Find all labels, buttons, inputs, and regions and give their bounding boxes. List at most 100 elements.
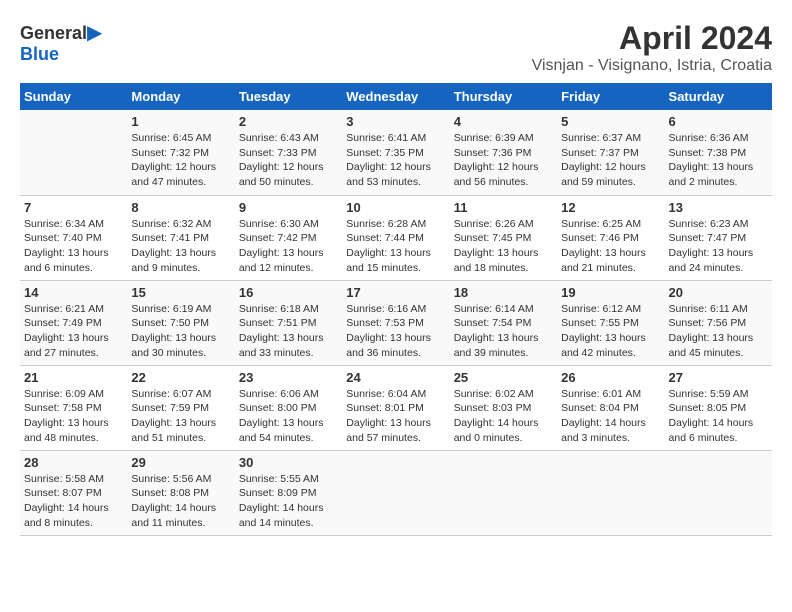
calendar-cell: 4 Sunrise: 6:39 AM Sunset: 7:36 PM Daylig… [450,110,557,195]
day-info: Sunrise: 6:43 AM Sunset: 7:33 PM Dayligh… [239,131,338,190]
day-info: Sunrise: 6:30 AM Sunset: 7:42 PM Dayligh… [239,217,338,276]
day-info: Sunrise: 6:36 AM Sunset: 7:38 PM Dayligh… [669,131,768,190]
calendar-table: SundayMondayTuesdayWednesdayThursdayFrid… [20,83,772,536]
day-number: 4 [454,114,553,129]
calendar-cell: 13 Sunrise: 6:23 AM Sunset: 7:47 PM Dayli… [665,195,772,280]
calendar-cell: 7Sunrise: 6:34 AM Sunset: 7:40 PM Daylig… [20,195,127,280]
calendar-cell [450,450,557,535]
calendar-cell: 22 Sunrise: 6:07 AM Sunset: 7:59 PM Dayli… [127,365,234,450]
day-info: Sunrise: 6:04 AM Sunset: 8:01 PM Dayligh… [346,387,445,446]
calendar-cell: 24Sunrise: 6:04 AM Sunset: 8:01 PM Dayli… [342,365,449,450]
day-number: 15 [131,285,230,300]
day-info: Sunrise: 6:32 AM Sunset: 7:41 PM Dayligh… [131,217,230,276]
day-number: 26 [561,370,660,385]
day-info: Sunrise: 5:58 AM Sunset: 8:07 PM Dayligh… [24,472,123,531]
week-row-1: 1 Sunrise: 6:45 AM Sunset: 7:32 PM Daylig… [20,110,772,195]
calendar-cell: 19Sunrise: 6:12 AM Sunset: 7:55 PM Dayli… [557,280,664,365]
calendar-cell: 11Sunrise: 6:26 AM Sunset: 7:45 PM Dayli… [450,195,557,280]
day-number: 16 [239,285,338,300]
day-number: 11 [454,200,553,215]
calendar-cell: 18Sunrise: 6:14 AM Sunset: 7:54 PM Dayli… [450,280,557,365]
calendar-cell: 3 Sunrise: 6:41 AM Sunset: 7:35 PM Daylig… [342,110,449,195]
day-info: Sunrise: 6:01 AM Sunset: 8:04 PM Dayligh… [561,387,660,446]
day-number: 2 [239,114,338,129]
day-info: Sunrise: 6:06 AM Sunset: 8:00 PM Dayligh… [239,387,338,446]
calendar-cell: 15 Sunrise: 6:19 AM Sunset: 7:50 PM Dayli… [127,280,234,365]
day-number: 13 [669,200,768,215]
calendar-cell: 5 Sunrise: 6:37 AM Sunset: 7:37 PM Daylig… [557,110,664,195]
day-info: Sunrise: 6:19 AM Sunset: 7:50 PM Dayligh… [131,302,230,361]
calendar-cell: 6Sunrise: 6:36 AM Sunset: 7:38 PM Daylig… [665,110,772,195]
day-number: 25 [454,370,553,385]
day-number: 20 [669,285,768,300]
calendar-cell: 1 Sunrise: 6:45 AM Sunset: 7:32 PM Daylig… [127,110,234,195]
day-number: 17 [346,285,445,300]
day-number: 3 [346,114,445,129]
day-number: 10 [346,200,445,215]
calendar-cell: 23 Sunrise: 6:06 AM Sunset: 8:00 PM Dayli… [235,365,342,450]
calendar-header: SundayMondayTuesdayWednesdayThursdayFrid… [20,83,772,110]
day-number: 14 [24,285,123,300]
calendar-cell: 29Sunrise: 5:56 AM Sunset: 8:08 PM Dayli… [127,450,234,535]
calendar-cell: 14 Sunrise: 6:21 AM Sunset: 7:49 PM Dayli… [20,280,127,365]
day-info: Sunrise: 6:21 AM Sunset: 7:49 PM Dayligh… [24,302,123,361]
header-day-saturday: Saturday [665,83,772,110]
day-info: Sunrise: 6:16 AM Sunset: 7:53 PM Dayligh… [346,302,445,361]
day-info: Sunrise: 6:07 AM Sunset: 7:59 PM Dayligh… [131,387,230,446]
day-number: 22 [131,370,230,385]
week-row-3: 14 Sunrise: 6:21 AM Sunset: 7:49 PM Dayli… [20,280,772,365]
calendar-cell: 30 Sunrise: 5:55 AM Sunset: 8:09 PM Dayli… [235,450,342,535]
logo-text-general: General [20,23,87,43]
day-info: Sunrise: 6:25 AM Sunset: 7:46 PM Dayligh… [561,217,660,276]
header-day-friday: Friday [557,83,664,110]
day-number: 12 [561,200,660,215]
calendar-cell: 9 Sunrise: 6:30 AM Sunset: 7:42 PM Daylig… [235,195,342,280]
day-info: Sunrise: 6:23 AM Sunset: 7:47 PM Dayligh… [669,217,768,276]
day-number: 27 [669,370,768,385]
day-info: Sunrise: 6:39 AM Sunset: 7:36 PM Dayligh… [454,131,553,190]
day-number: 7 [24,200,123,215]
day-number: 30 [239,455,338,470]
week-row-4: 21Sunrise: 6:09 AM Sunset: 7:58 PM Dayli… [20,365,772,450]
calendar-cell [20,110,127,195]
calendar-cell: 25 Sunrise: 6:02 AM Sunset: 8:03 PM Dayli… [450,365,557,450]
header-day-monday: Monday [127,83,234,110]
day-number: 28 [24,455,123,470]
calendar-cell: 10 Sunrise: 6:28 AM Sunset: 7:44 PM Dayli… [342,195,449,280]
title-block: April 2024 Visnjan - Visignano, Istria, … [532,20,772,75]
calendar-cell: 21Sunrise: 6:09 AM Sunset: 7:58 PM Dayli… [20,365,127,450]
calendar-cell: 27 Sunrise: 5:59 AM Sunset: 8:05 PM Dayli… [665,365,772,450]
calendar-cell: 20 Sunrise: 6:11 AM Sunset: 7:56 PM Dayli… [665,280,772,365]
header-day-tuesday: Tuesday [235,83,342,110]
calendar-cell [342,450,449,535]
day-number: 5 [561,114,660,129]
day-number: 1 [131,114,230,129]
page-header: General▶ Blue April 2024 Visnjan - Visig… [20,20,772,75]
calendar-cell [557,450,664,535]
calendar-cell: 8Sunrise: 6:32 AM Sunset: 7:41 PM Daylig… [127,195,234,280]
day-info: Sunrise: 6:37 AM Sunset: 7:37 PM Dayligh… [561,131,660,190]
day-number: 19 [561,285,660,300]
calendar-body: 1 Sunrise: 6:45 AM Sunset: 7:32 PM Daylig… [20,110,772,535]
day-info: Sunrise: 6:28 AM Sunset: 7:44 PM Dayligh… [346,217,445,276]
calendar-cell: 2 Sunrise: 6:43 AM Sunset: 7:33 PM Daylig… [235,110,342,195]
day-info: Sunrise: 5:59 AM Sunset: 8:05 PM Dayligh… [669,387,768,446]
calendar-cell: 17 Sunrise: 6:16 AM Sunset: 7:53 PM Dayli… [342,280,449,365]
day-info: Sunrise: 5:55 AM Sunset: 8:09 PM Dayligh… [239,472,338,531]
header-day-sunday: Sunday [20,83,127,110]
day-info: Sunrise: 6:45 AM Sunset: 7:32 PM Dayligh… [131,131,230,190]
calendar-cell: 16Sunrise: 6:18 AM Sunset: 7:51 PM Dayli… [235,280,342,365]
day-number: 23 [239,370,338,385]
header-day-wednesday: Wednesday [342,83,449,110]
day-info: Sunrise: 6:02 AM Sunset: 8:03 PM Dayligh… [454,387,553,446]
header-row: SundayMondayTuesdayWednesdayThursdayFrid… [20,83,772,110]
day-info: Sunrise: 6:41 AM Sunset: 7:35 PM Dayligh… [346,131,445,190]
logo: General▶ Blue [20,20,102,65]
calendar-cell: 26 Sunrise: 6:01 AM Sunset: 8:04 PM Dayli… [557,365,664,450]
calendar-cell: 28 Sunrise: 5:58 AM Sunset: 8:07 PM Dayli… [20,450,127,535]
location-title: Visnjan - Visignano, Istria, Croatia [532,57,772,75]
calendar-cell [665,450,772,535]
day-info: Sunrise: 6:11 AM Sunset: 7:56 PM Dayligh… [669,302,768,361]
day-number: 9 [239,200,338,215]
logo-icon: ▶ [87,22,102,44]
